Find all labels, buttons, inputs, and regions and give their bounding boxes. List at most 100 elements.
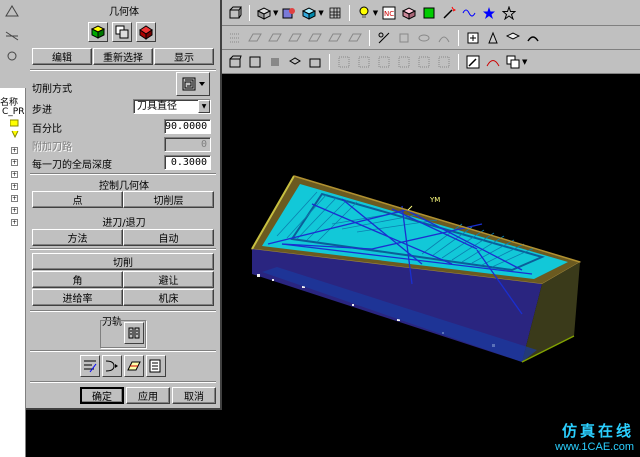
percent-label: 百分比 [32, 124, 62, 135]
global-depth-field[interactable]: 0.3000 [164, 155, 211, 170]
star-outline-icon[interactable] [500, 3, 519, 22]
cutting-button[interactable]: 切削 [32, 253, 214, 270]
create-operation-icon[interactable] [464, 28, 482, 47]
tree-row-program[interactable]: C_PR [2, 107, 24, 117]
folder-icon [10, 119, 19, 139]
view-right-icon[interactable] [266, 52, 284, 71]
divider [30, 350, 216, 352]
view-bottom-icon[interactable] [306, 52, 324, 71]
toolbar-separator [329, 53, 330, 70]
stepover-select[interactable]: 刀具直径 ▼ [133, 99, 211, 114]
toolpath-options-icon[interactable] [124, 322, 144, 344]
magic-wand-icon[interactable] [440, 3, 459, 22]
grid-icon[interactable] [325, 3, 344, 22]
method-button[interactable]: 方法 [32, 229, 123, 246]
geometry-part-icon[interactable] [88, 22, 108, 42]
curve-icon[interactable] [484, 52, 502, 71]
geometry-section-title: 几何体 [109, 7, 139, 18]
expand-node-icon[interactable]: + [11, 171, 18, 178]
create-tool-icon[interactable] [484, 28, 502, 47]
operation-dialog: 几何体 编辑 重新选择 显示 切削方式 步进 刀具直径 ▼ 百分比 90.0000… [26, 0, 222, 410]
geometry-check-icon[interactable] [136, 22, 156, 42]
auto-button[interactable]: 自动 [123, 229, 214, 246]
sphere-cube-icon[interactable] [280, 3, 299, 22]
shaded-box-icon[interactable] [255, 3, 273, 22]
divider [30, 69, 216, 71]
dropdown-arrow-icon[interactable]: ▼ [318, 9, 323, 17]
view-top-icon[interactable] [226, 52, 244, 71]
ok-button[interactable]: 确定 [80, 387, 124, 404]
toolbar-separator [249, 4, 250, 21]
nc-icon[interactable]: NC [380, 3, 399, 22]
cut-levels-button[interactable]: 切削层 [123, 191, 214, 208]
display-button[interactable]: 显示 [154, 48, 214, 65]
feed-rate-button[interactable]: 进给率 [32, 289, 123, 306]
divider [30, 248, 216, 250]
dropdown-arrow-icon[interactable]: ▼ [522, 58, 527, 66]
grid-dots-icon[interactable] [395, 52, 413, 71]
percent-field[interactable]: 90.0000 [164, 119, 211, 134]
grid-dots-icon[interactable] [375, 52, 393, 71]
pink-box-icon[interactable] [400, 3, 419, 22]
plane-icon[interactable] [286, 28, 304, 47]
green-square-icon[interactable] [420, 3, 439, 22]
svg-text:NC: NC [384, 10, 394, 18]
sine-icon[interactable] [460, 3, 479, 22]
create-geometry-icon[interactable] [504, 28, 522, 47]
navigator-icons [5, 5, 19, 61]
plane-icon[interactable] [266, 28, 284, 47]
grid-dots-icon[interactable] [435, 52, 453, 71]
extra-passes-label: 附加刀路 [32, 142, 72, 153]
expand-node-icon[interactable]: + [11, 147, 18, 154]
copy-icon[interactable] [504, 52, 522, 71]
grid-dots-icon[interactable] [335, 52, 353, 71]
expand-node-icon[interactable]: + [11, 159, 18, 166]
edit-icon[interactable] [464, 52, 482, 71]
plane-icon[interactable] [326, 28, 344, 47]
stepover-label: 步进 [32, 105, 52, 116]
axis-label: YM [429, 196, 440, 204]
expand-node-icon[interactable]: + [11, 183, 18, 190]
plane-icon[interactable] [246, 28, 264, 47]
reselect-button[interactable]: 重新选择 [93, 48, 153, 65]
toolpath-verify-icon[interactable] [124, 355, 144, 377]
corner-button[interactable]: 角 [32, 271, 123, 288]
toolpath-replay-icon[interactable] [102, 355, 122, 377]
grid-dots-icon[interactable] [415, 52, 433, 71]
create-method-icon[interactable] [524, 28, 542, 47]
toolpath-generate-icon[interactable] [80, 355, 100, 377]
revolve-icon[interactable] [415, 28, 433, 47]
part-model: YM [251, 175, 582, 363]
plane-icon[interactable] [306, 28, 324, 47]
edit-button[interactable]: 编辑 [32, 48, 92, 65]
expand-node-icon[interactable]: + [11, 195, 18, 202]
toolbar-separator [369, 29, 370, 46]
grid-dots-icon[interactable] [355, 52, 373, 71]
watermark: 仿真在线 www.1CAE.com [555, 420, 634, 453]
avoid-button[interactable]: 避让 [123, 271, 214, 288]
geometry-blank-icon[interactable] [112, 22, 132, 42]
view-front-icon[interactable] [246, 52, 264, 71]
expand-node-icon[interactable]: + [11, 207, 18, 214]
point-button[interactable]: 点 [32, 191, 123, 208]
extrude-icon[interactable] [395, 28, 413, 47]
apply-button[interactable]: 应用 [126, 387, 170, 404]
sketch-icon[interactable] [375, 28, 393, 47]
sweep-icon[interactable] [435, 28, 453, 47]
view-iso-icon[interactable] [286, 52, 304, 71]
plane-icon[interactable] [346, 28, 364, 47]
lightbulb-icon[interactable] [354, 3, 373, 22]
cyan-cube-icon[interactable] [300, 3, 319, 22]
dropdown-arrow-icon[interactable]: ▼ [373, 9, 378, 17]
chevron-down-icon[interactable]: ▼ [198, 100, 210, 113]
grid-dots-icon[interactable] [226, 28, 244, 47]
dropdown-arrow-icon[interactable]: ▼ [273, 9, 278, 17]
graphics-viewport[interactable]: YM 仿真在线 www.1CAE.com [222, 74, 640, 457]
cut-pattern-icon[interactable] [176, 72, 210, 96]
box-icon[interactable] [226, 3, 244, 22]
cancel-button[interactable]: 取消 [172, 387, 216, 404]
expand-node-icon[interactable]: + [11, 219, 18, 226]
star-icon[interactable] [480, 3, 499, 22]
toolpath-list-icon[interactable] [146, 355, 166, 377]
machine-button[interactable]: 机床 [123, 289, 214, 306]
